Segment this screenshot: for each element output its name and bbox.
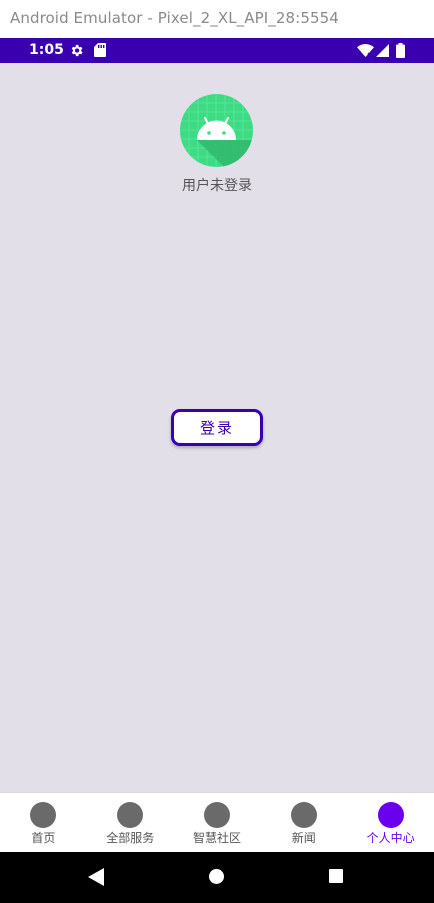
community-tab-icon bbox=[203, 802, 230, 828]
system-navigation-bar bbox=[0, 852, 434, 903]
nav-item-home[interactable]: 首页 bbox=[0, 793, 87, 853]
bottom-navigation: 首页 全部服务 智慧社区 新闻 个人中心 bbox=[0, 792, 434, 853]
profile-screen: 用户未登录 登录 bbox=[0, 63, 434, 792]
window-title: Android Emulator - Pixel_2_XL_API_28:555… bbox=[10, 9, 339, 27]
login-status-text: 用户未登录 bbox=[182, 178, 252, 194]
nav-item-label: 全部服务 bbox=[106, 831, 155, 845]
nav-item-smart-community[interactable]: 智慧社区 bbox=[174, 793, 261, 853]
nav-item-label: 首页 bbox=[31, 831, 56, 845]
nav-item-personal-center[interactable]: 个人中心 bbox=[347, 793, 434, 853]
android-logo-icon bbox=[180, 94, 253, 167]
home-icon[interactable] bbox=[209, 869, 224, 884]
nav-item-all-services[interactable]: 全部服务 bbox=[87, 793, 174, 853]
nav-item-news[interactable]: 新闻 bbox=[260, 793, 347, 853]
news-tab-icon bbox=[290, 802, 317, 828]
battery-icon bbox=[396, 43, 405, 58]
emulator-title-bar: Android Emulator - Pixel_2_XL_API_28:555… bbox=[0, 0, 434, 39]
back-icon[interactable] bbox=[88, 868, 104, 886]
nav-item-label: 个人中心 bbox=[366, 831, 415, 845]
home-tab-icon bbox=[30, 802, 57, 828]
nav-item-label: 新闻 bbox=[291, 831, 316, 845]
nav-item-label: 智慧社区 bbox=[192, 831, 241, 845]
sd-card-icon bbox=[94, 43, 106, 57]
profile-tab-icon bbox=[377, 802, 404, 828]
login-button[interactable]: 登录 bbox=[171, 409, 263, 446]
cell-signal-icon bbox=[376, 44, 389, 57]
recents-icon[interactable] bbox=[329, 869, 343, 883]
wifi-icon bbox=[357, 44, 374, 57]
services-tab-icon bbox=[117, 802, 144, 828]
status-bar: 1:05 bbox=[0, 38, 434, 63]
gear-icon bbox=[71, 44, 83, 57]
status-time: 1:05 bbox=[29, 42, 64, 58]
emulator-frame: Android Emulator - Pixel_2_XL_API_28:555… bbox=[0, 0, 434, 903]
